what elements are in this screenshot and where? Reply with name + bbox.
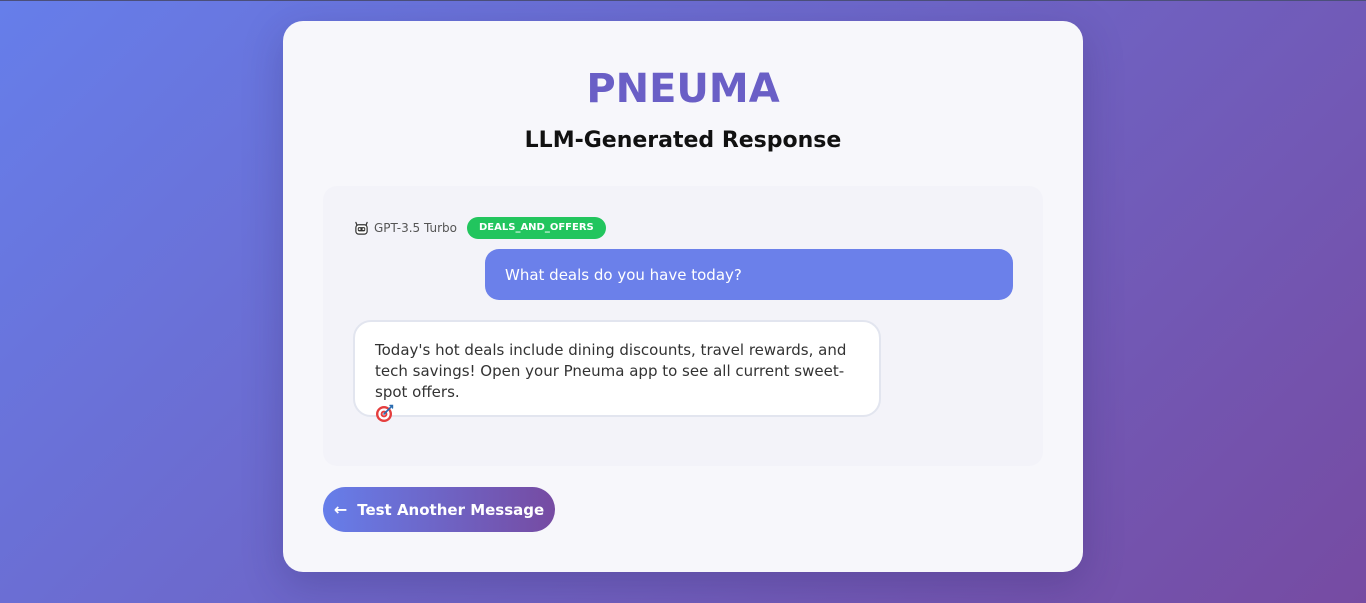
test-another-message-button[interactable]: ← Test Another Message	[323, 487, 555, 532]
target-icon	[375, 403, 395, 423]
window-top-border	[0, 0, 1366, 1]
back-button-label: Test Another Message	[357, 500, 545, 519]
page-subtitle: LLM-Generated Response	[524, 128, 842, 153]
robot-icon	[353, 220, 369, 236]
intent-badge: DEALS_AND_OFFERS	[467, 217, 606, 239]
response-card: PNEUMA LLM-Generated Response GPT-3.5 Tu…	[283, 21, 1083, 572]
model-name: GPT-3.5 Turbo	[374, 221, 457, 235]
chat-panel: GPT-3.5 Turbo DEALS_AND_OFFERS What deal…	[323, 186, 1043, 466]
bot-message-text: Today's hot deals include dining discoun…	[375, 341, 847, 401]
brand-title: PNEUMA	[586, 66, 780, 112]
user-message-bubble: What deals do you have today?	[485, 249, 1013, 300]
back-arrow-icon: ←	[333, 500, 348, 519]
bot-message-bubble: Today's hot deals include dining discoun…	[353, 320, 881, 422]
response-meta: GPT-3.5 Turbo DEALS_AND_OFFERS	[353, 216, 606, 240]
user-message-text: What deals do you have today?	[505, 265, 742, 284]
